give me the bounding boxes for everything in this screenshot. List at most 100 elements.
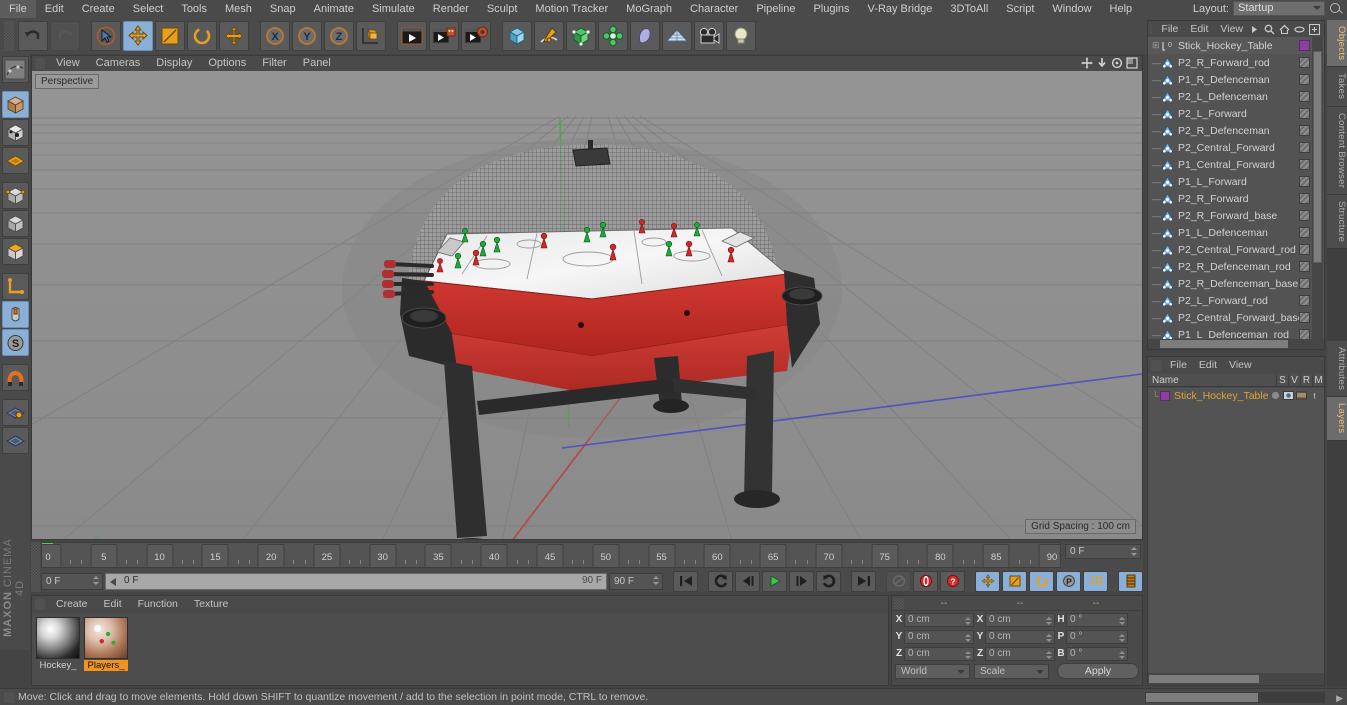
menu-item-mograph[interactable]: MoGraph xyxy=(617,0,681,18)
end-frame-field[interactable]: 90 F xyxy=(609,572,663,590)
coordinate-system-dropdown[interactable]: World xyxy=(895,663,970,679)
vertical-tab-layers[interactable]: Layers xyxy=(1327,397,1347,441)
go-to-start-button[interactable] xyxy=(673,570,698,592)
timeline-range-track[interactable]: 0 F 90 F xyxy=(105,572,607,590)
object-tag-icon[interactable] xyxy=(1299,193,1310,204)
toolbar-grip[interactable] xyxy=(4,21,14,51)
object-tree-item[interactable]: — P1_L_Forward xyxy=(1148,173,1324,190)
position-y-input[interactable]: 0 cm xyxy=(904,629,974,644)
object-tag-icon[interactable] xyxy=(1299,227,1310,238)
scrollbar-thumb[interactable] xyxy=(1160,340,1288,348)
stepper-icon[interactable] xyxy=(653,575,660,585)
point-level-animation-button[interactable] xyxy=(1083,570,1108,592)
search-icon[interactable] xyxy=(1264,24,1275,35)
go-to-next-key-button[interactable] xyxy=(816,570,841,592)
size-z-input[interactable]: 0 cm xyxy=(985,646,1055,661)
viewport-grip[interactable] xyxy=(35,58,45,69)
menu-item-animate[interactable]: Animate xyxy=(305,0,363,18)
object-tree[interactable]: ⊞ 0 Stick_Hockey_Table — P2_R_Forward_rod — P1… xyxy=(1148,37,1324,339)
object-tree-item[interactable]: — P2_R_Forward xyxy=(1148,190,1324,207)
render-view-button[interactable] xyxy=(397,21,427,51)
scale-key-button[interactable] xyxy=(1002,570,1027,592)
vertical-tab-content-browser[interactable]: Content Browser xyxy=(1327,106,1347,195)
record-keyframe-button[interactable] xyxy=(913,570,938,592)
position-z-input[interactable]: 0 cm xyxy=(904,646,974,661)
go-to-previous-key-button[interactable] xyxy=(708,570,733,592)
menu-item-render[interactable]: Render xyxy=(424,0,478,18)
material-manager-menu-function[interactable]: Function xyxy=(130,598,186,610)
status-expand-icon[interactable]: ▶ xyxy=(1336,693,1343,704)
expand-toggle-icon[interactable]: ⊞ xyxy=(1152,40,1161,51)
object-tag-icon[interactable] xyxy=(1299,108,1310,119)
object-tree-item[interactable]: — P2_Central_Forward_base xyxy=(1148,309,1324,326)
polygon-mode-button[interactable] xyxy=(1,147,29,174)
material-preview-sphere[interactable] xyxy=(84,617,128,659)
layer-manager-grip[interactable] xyxy=(1151,359,1161,371)
expand-icon[interactable] xyxy=(1308,23,1321,35)
stepper-icon[interactable] xyxy=(1046,616,1052,625)
add-camera-button[interactable] xyxy=(694,21,724,51)
stepper-icon[interactable] xyxy=(1046,650,1052,659)
keyframe-selection-button[interactable]: ? xyxy=(940,570,965,592)
stepper-icon[interactable] xyxy=(965,633,971,642)
menu-item-snap[interactable]: Snap xyxy=(261,0,305,18)
object-tag-icon[interactable] xyxy=(1299,261,1310,272)
viewport-menu-display[interactable]: Display xyxy=(148,56,200,71)
render-to-picture-viewer-button[interactable] xyxy=(429,21,459,51)
object-tree-horizontal-scrollbar[interactable] xyxy=(1148,339,1324,349)
menu-item-motion-tracker[interactable]: Motion Tracker xyxy=(526,0,617,18)
texture-mode-button[interactable] xyxy=(1,119,29,146)
make-editable-button[interactable] xyxy=(1,56,29,83)
workplane-button[interactable] xyxy=(1,427,29,454)
step-forward-button[interactable] xyxy=(789,570,814,592)
material-manager-menu-create[interactable]: Create xyxy=(48,598,96,610)
rotate-view-icon[interactable] xyxy=(1111,57,1123,69)
rotate-tool[interactable] xyxy=(187,21,217,51)
material-manager-grip[interactable] xyxy=(35,598,45,610)
material-manager-menu-texture[interactable]: Texture xyxy=(186,598,236,610)
scale-tool[interactable] xyxy=(155,21,185,51)
start-frame-field[interactable]: 0 F xyxy=(41,572,103,590)
viewport-menu-panel[interactable]: Panel xyxy=(295,56,339,71)
object-tag-icon[interactable] xyxy=(1299,142,1310,153)
viewport-menu-view[interactable]: View xyxy=(48,56,88,71)
object-tag-icon[interactable] xyxy=(1299,91,1310,102)
object-manager-grip[interactable] xyxy=(1151,23,1153,35)
move-axis-tool[interactable] xyxy=(219,21,249,51)
manager-toggle[interactable]: t xyxy=(1309,390,1320,401)
menu-item-sculpt[interactable]: Sculpt xyxy=(478,0,527,18)
material-item[interactable]: Hockey_ xyxy=(36,617,80,681)
layout-dropdown[interactable]: Startup xyxy=(1233,1,1325,16)
timeline-ruler[interactable]: 0 5 10 15 20 25 30 35 40 45 50 55 60 65 70 75 80 85 90 xyxy=(41,542,1061,568)
menu-item-pipeline[interactable]: Pipeline xyxy=(747,0,804,18)
layer-horizontal-scrollbar[interactable] xyxy=(1148,673,1324,685)
viewport-menu-cameras[interactable]: Cameras xyxy=(88,56,149,71)
layer-manager-menu-file[interactable]: File xyxy=(1164,359,1193,371)
position-key-button[interactable] xyxy=(975,570,1000,592)
object-tag-icon[interactable] xyxy=(1299,125,1310,136)
edges-mode-button[interactable] xyxy=(1,210,29,237)
ellipse-icon[interactable] xyxy=(1294,24,1305,35)
layer-list[interactable]: └ Stick_Hockey_Table t xyxy=(1148,388,1324,673)
object-tag-icon[interactable] xyxy=(1299,40,1310,51)
menu-item-3dtoall[interactable]: 3DToAll xyxy=(941,0,997,18)
object-tree-item[interactable]: — P1_R_Defenceman xyxy=(1148,71,1324,88)
object-tree-item[interactable]: — P1_Central_Forward xyxy=(1148,156,1324,173)
stepper-icon[interactable] xyxy=(93,575,100,585)
object-tree-item[interactable]: — P2_R_Defenceman_base xyxy=(1148,275,1324,292)
object-tree-root[interactable]: ⊞ 0 Stick_Hockey_Table xyxy=(1148,37,1324,54)
menu-item-edit[interactable]: Edit xyxy=(36,0,73,18)
object-tree-item[interactable]: — P2_L_Forward_rod xyxy=(1148,292,1324,309)
viewport-menu-options[interactable]: Options xyxy=(200,56,254,71)
timeline-mode-button[interactable] xyxy=(1118,570,1143,592)
size-x-input[interactable]: 0 cm xyxy=(985,612,1055,627)
snap-mode-button[interactable]: S xyxy=(1,329,29,356)
search-icon[interactable] xyxy=(1329,2,1343,16)
menu-item-select[interactable]: Select xyxy=(124,0,173,18)
add-spline-button[interactable] xyxy=(534,21,564,51)
object-tag-icon[interactable] xyxy=(1299,312,1310,323)
scrollbar-thumb[interactable] xyxy=(1313,51,1322,263)
workplane-lock-button[interactable] xyxy=(1,399,29,426)
live-selection-tool[interactable] xyxy=(91,21,121,51)
stepper-icon[interactable] xyxy=(1119,616,1125,625)
